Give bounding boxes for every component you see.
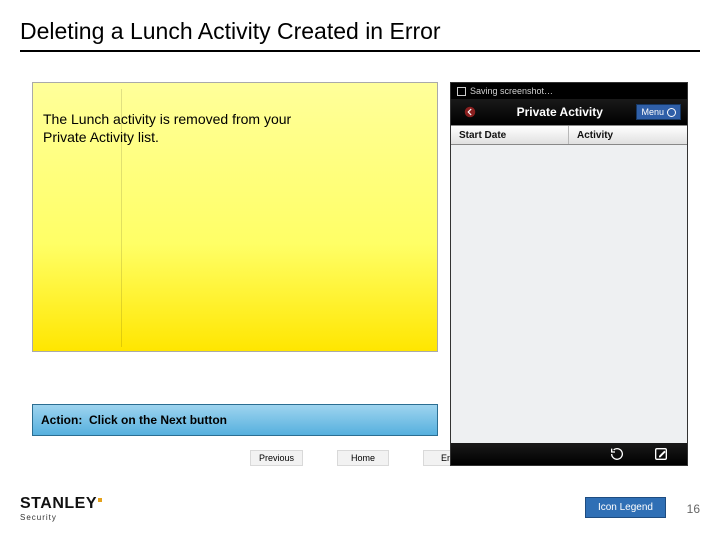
- checkbox-icon: [457, 87, 466, 96]
- slide-title: Deleting a Lunch Activity Created in Err…: [20, 18, 441, 45]
- compose-icon[interactable]: [653, 446, 669, 462]
- info-text: The Lunch activity is removed from your …: [43, 111, 291, 146]
- phone-saving-text: Saving screenshot…: [470, 86, 553, 96]
- refresh-icon[interactable]: [609, 446, 625, 462]
- phone-bottombar: [451, 443, 687, 465]
- brand-logo: STANLEY Security: [20, 495, 102, 522]
- page-number: 16: [687, 502, 700, 516]
- previous-button[interactable]: Previous: [250, 450, 303, 466]
- column-start-date: Start Date: [451, 126, 569, 144]
- action-label: Action:: [41, 413, 82, 427]
- phone-menu-button[interactable]: Menu: [636, 104, 681, 120]
- brand-name: STANLEY: [20, 495, 102, 513]
- phone-table-header: Start Date Activity: [451, 125, 687, 145]
- phone-statusbar: Saving screenshot…: [451, 83, 687, 99]
- action-bar: Action: Click on the Next button: [32, 404, 438, 436]
- phone-menu-label: Menu: [641, 107, 664, 117]
- brand-subtitle: Security: [20, 513, 102, 522]
- info-line-1: The Lunch activity is removed from your: [43, 111, 291, 127]
- phone-mock: Saving screenshot… Private Activity Menu…: [450, 82, 688, 466]
- phone-appbar: Private Activity Menu: [451, 99, 687, 125]
- back-icon[interactable]: [457, 103, 483, 121]
- phone-app-title: Private Activity: [517, 105, 603, 119]
- column-activity: Activity: [569, 126, 687, 144]
- icon-legend-button[interactable]: Icon Legend: [585, 497, 666, 518]
- menu-icon: [667, 108, 676, 117]
- home-button[interactable]: Home: [337, 450, 389, 466]
- brand-dot-icon: [98, 498, 102, 502]
- phone-empty-list: [451, 145, 687, 445]
- info-panel: The Lunch activity is removed from your …: [32, 82, 438, 352]
- action-text: Click on the Next button: [89, 413, 227, 427]
- brand-name-text: STANLEY: [20, 495, 97, 512]
- title-underline: [20, 50, 700, 52]
- info-line-2: Private Activity list.: [43, 129, 159, 145]
- action-line: Action: Click on the Next button: [41, 413, 227, 427]
